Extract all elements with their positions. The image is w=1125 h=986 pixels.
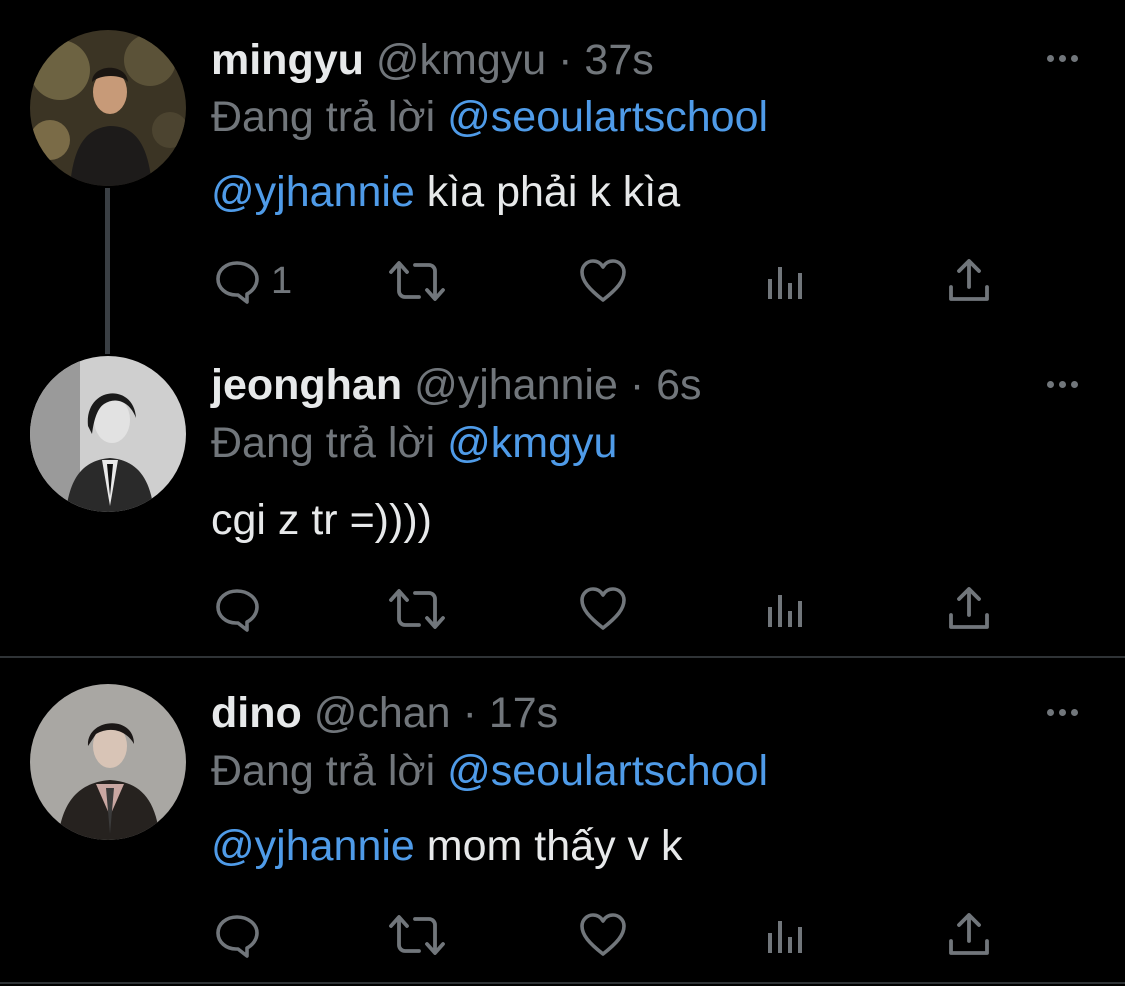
views-icon — [766, 915, 806, 955]
avatar-jeonghan[interactable] — [30, 356, 186, 512]
like-icon — [579, 913, 627, 957]
reply-icon — [213, 257, 261, 305]
retweet-icon — [389, 585, 445, 633]
more-options-button[interactable] — [1040, 374, 1084, 394]
separator-dot: · — [629, 361, 645, 409]
views-button[interactable] — [766, 584, 806, 634]
tweet-divider — [0, 656, 1125, 658]
tweet-header: dino @chan · 17s — [211, 688, 558, 738]
user-handle[interactable]: @chan — [314, 689, 451, 737]
reply-icon — [213, 911, 261, 959]
reply-button[interactable] — [213, 910, 261, 960]
tweet-header: jeonghan @yjhannie · 6s — [211, 360, 702, 410]
display-name[interactable]: dino — [211, 689, 302, 737]
tweet-actions: 1 — [211, 256, 1011, 306]
share-button[interactable] — [945, 256, 993, 306]
tweet-text: @yjhannie mom thấy v k — [211, 820, 682, 872]
body-text: mom thấy v k — [414, 822, 683, 870]
like-icon — [579, 259, 627, 303]
reply-button[interactable] — [213, 584, 261, 634]
share-icon — [945, 257, 993, 305]
retweet-button[interactable] — [389, 910, 445, 960]
user-handle[interactable]: @kmgyu — [376, 36, 546, 84]
retweet-icon — [389, 911, 445, 959]
replying-to-label: Đang trả lời — [211, 747, 436, 795]
more-horizontal-icon — [1046, 708, 1054, 716]
like-icon — [579, 587, 627, 631]
timestamp[interactable]: 17s — [489, 689, 558, 737]
display-name[interactable]: mingyu — [211, 36, 364, 84]
more-options-button[interactable] — [1040, 48, 1084, 68]
like-button[interactable] — [579, 584, 627, 634]
timestamp[interactable]: 6s — [656, 361, 701, 409]
more-horizontal-icon — [1046, 54, 1054, 62]
replying-to-label: Đang trả lời — [211, 419, 436, 467]
body-mention[interactable]: @yjhannie — [211, 168, 415, 216]
reply-icon — [213, 585, 261, 633]
share-button[interactable] — [945, 584, 993, 634]
tweet-actions — [211, 910, 1011, 960]
more-options-button[interactable] — [1040, 702, 1084, 722]
replying-to: Đang trả lời @kmgyu — [211, 418, 617, 468]
replying-to-mention[interactable]: @kmgyu — [447, 419, 617, 467]
share-button[interactable] — [945, 910, 993, 960]
replying-to-mention[interactable]: @seoulartschool — [447, 93, 768, 141]
replying-to-label: Đang trả lời — [211, 93, 436, 141]
share-icon — [945, 911, 993, 959]
replying-to-mention[interactable]: @seoulartschool — [447, 747, 768, 795]
reply-count: 1 — [271, 259, 293, 302]
like-button[interactable] — [579, 910, 627, 960]
retweet-button[interactable] — [389, 256, 445, 306]
avatar-mingyu[interactable] — [30, 30, 186, 186]
tweet-text: @yjhannie kìa phải k kìa — [211, 166, 680, 218]
avatar-dino[interactable] — [30, 684, 186, 840]
body-text: kìa phải k kìa — [414, 168, 681, 216]
thread-connector-line — [105, 188, 110, 354]
share-icon — [945, 585, 993, 633]
display-name[interactable]: jeonghan — [211, 361, 402, 409]
views-button[interactable] — [766, 910, 806, 960]
views-button[interactable] — [766, 256, 806, 306]
timestamp[interactable]: 37s — [584, 36, 653, 84]
tweet-header: mingyu @kmgyu · 37s — [211, 35, 654, 85]
retweet-button[interactable] — [389, 584, 445, 634]
body-text: cgi z tr =)))) — [211, 496, 432, 544]
retweet-icon — [389, 257, 445, 305]
views-icon — [766, 261, 806, 301]
tweet-actions — [211, 584, 1011, 634]
tweet-divider — [0, 982, 1125, 984]
replying-to: Đang trả lời @seoulartschool — [211, 92, 768, 142]
replying-to: Đang trả lời @seoulartschool — [211, 746, 768, 796]
like-button[interactable] — [579, 256, 627, 306]
more-horizontal-icon — [1046, 380, 1054, 388]
body-mention[interactable]: @yjhannie — [211, 822, 415, 870]
views-icon — [766, 589, 806, 629]
tweet-text: cgi z tr =)))) — [211, 494, 432, 546]
separator-dot: · — [462, 689, 477, 737]
reply-button[interactable]: 1 — [213, 256, 292, 306]
separator-dot: · — [558, 36, 573, 84]
user-handle[interactable]: @yjhannie — [414, 361, 618, 409]
